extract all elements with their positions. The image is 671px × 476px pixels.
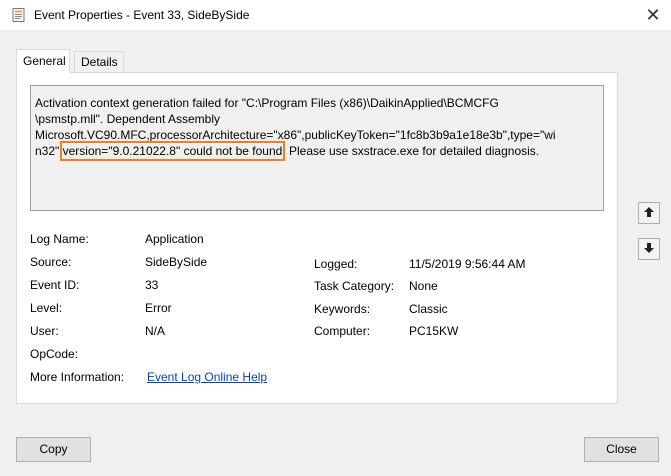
description-line: n32" version="9.0.21022.8" could not be …: [35, 141, 599, 161]
event-description[interactable]: Activation context generation failed for…: [30, 85, 604, 211]
more-information-label: More Information:: [30, 370, 125, 384]
description-text: n32": [35, 144, 63, 158]
computer-label: Computer:: [314, 324, 371, 338]
tab-details[interactable]: Details: [74, 51, 124, 72]
tab-general[interactable]: General: [16, 49, 70, 73]
title-bar: Event Properties - Event 33, SideBySide …: [0, 0, 671, 30]
close-icon[interactable]: ✕: [636, 2, 670, 28]
description-line: \psmstp.mll". Dependent Assembly: [35, 112, 221, 126]
level-value: Error: [145, 301, 172, 315]
source-value: SideBySide: [145, 255, 208, 269]
copy-button[interactable]: Copy: [16, 437, 91, 462]
event-viewer-icon: [12, 8, 26, 22]
logged-value: 11/5/2019 9:56:44 AM: [409, 257, 526, 271]
arrow-up-icon: [643, 206, 655, 221]
description-text: . Please use sxstrace.exe for detailed d…: [282, 144, 540, 158]
computer-value: PC15KW: [409, 324, 459, 338]
highlighted-version-text: version="9.0.21022.8" could not be found: [59, 141, 286, 161]
description-line: Activation context generation failed for…: [35, 96, 499, 110]
next-event-button[interactable]: [638, 238, 660, 260]
keywords-label: Keywords:: [314, 302, 371, 316]
previous-event-button[interactable]: [638, 202, 660, 224]
event-id-value: 33: [145, 278, 159, 292]
close-button[interactable]: Close: [584, 437, 659, 462]
opcode-label: OpCode:: [30, 347, 79, 361]
task-category-value: None: [409, 279, 438, 293]
task-category-label: Task Category:: [314, 279, 395, 293]
log-name-label: Log Name:: [30, 232, 89, 246]
description-line: Microsoft.VC90.MFC,processorArchitecture…: [35, 128, 556, 142]
level-label: Level:: [30, 301, 63, 315]
event-log-online-help-link[interactable]: Event Log Online Help: [147, 370, 267, 384]
window-title: Event Properties - Event 33, SideBySide: [34, 8, 250, 22]
source-label: Source:: [30, 255, 72, 269]
arrow-down-icon: [643, 242, 655, 257]
log-name-value: Application: [145, 232, 204, 246]
user-label: User:: [30, 324, 59, 338]
keywords-value: Classic: [409, 302, 448, 316]
logged-label: Logged:: [314, 257, 358, 271]
event-id-label: Event ID:: [30, 278, 80, 292]
user-value: N/A: [145, 324, 166, 338]
